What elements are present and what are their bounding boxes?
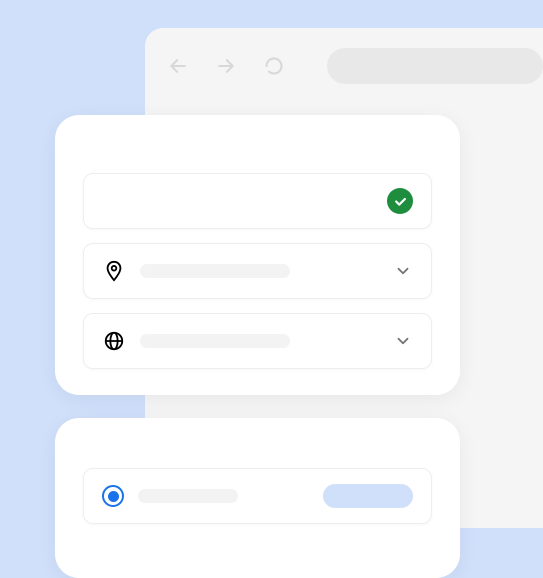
globe-icon	[102, 329, 126, 353]
radio-button[interactable]	[102, 485, 124, 507]
reload-icon[interactable]	[263, 55, 285, 77]
forward-icon[interactable]	[215, 55, 237, 77]
chevron-down-icon	[393, 331, 413, 351]
address-bar[interactable]	[327, 48, 543, 84]
pin-icon	[102, 259, 126, 283]
radio-option-row[interactable]	[83, 468, 432, 524]
badge-pill	[323, 484, 413, 508]
language-placeholder	[140, 334, 290, 348]
chevron-down-icon	[393, 261, 413, 281]
validated-field[interactable]	[83, 173, 432, 229]
location-placeholder	[140, 264, 290, 278]
language-dropdown[interactable]	[83, 313, 432, 369]
settings-card	[55, 115, 460, 395]
radio-dot	[108, 491, 119, 502]
browser-toolbar	[167, 48, 543, 84]
location-dropdown[interactable]	[83, 243, 432, 299]
radio-label-placeholder	[138, 489, 238, 503]
checkmark-icon	[387, 188, 413, 214]
options-card	[55, 418, 460, 578]
back-icon[interactable]	[167, 55, 189, 77]
